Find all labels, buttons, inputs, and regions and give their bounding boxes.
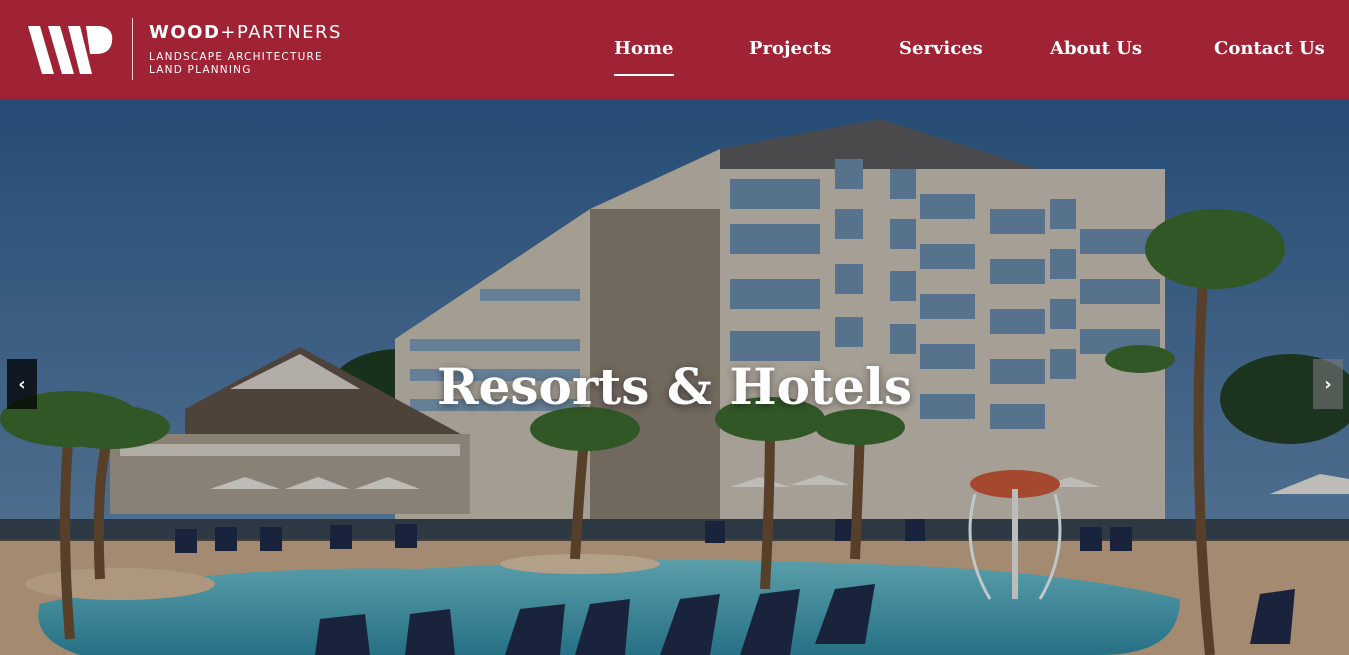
tagline-line-2: LAND PLANNING bbox=[149, 64, 252, 76]
brand-name-plus: + bbox=[220, 22, 237, 43]
logo-divider bbox=[132, 18, 133, 80]
nav-item-contact-us[interactable]: Contact Us bbox=[1214, 38, 1325, 59]
nav-item-home[interactable]: Home bbox=[614, 38, 674, 76]
slider-next-button[interactable]: › bbox=[1313, 359, 1343, 409]
slider-prev-button[interactable]: ‹ bbox=[7, 359, 37, 409]
nav-item-services[interactable]: Services bbox=[899, 38, 983, 59]
nav-item-about-us[interactable]: About Us bbox=[1050, 38, 1142, 59]
hero-slider: Resorts & Hotels ‹ › bbox=[0, 99, 1349, 655]
hero-title: Resorts & Hotels bbox=[436, 357, 913, 416]
brand-name-bold: WOOD bbox=[149, 22, 221, 43]
nav-item-projects[interactable]: Projects bbox=[749, 38, 831, 59]
logo[interactable]: WOOD+PARTNERS LANDSCAPE ARCHITECTURE LAN… bbox=[28, 18, 368, 80]
wp-logo-mark-icon bbox=[28, 26, 113, 74]
brand-name-light: PARTNERS bbox=[237, 22, 342, 43]
chevron-right-icon: › bbox=[1324, 373, 1332, 395]
tagline-line-1: LANDSCAPE ARCHITECTURE bbox=[149, 51, 323, 63]
brand-name: WOOD+PARTNERS bbox=[149, 22, 342, 43]
chevron-left-icon: ‹ bbox=[18, 373, 26, 395]
brand-tagline: LANDSCAPE ARCHITECTURE LAND PLANNING bbox=[149, 51, 323, 77]
site-header: WOOD+PARTNERS LANDSCAPE ARCHITECTURE LAN… bbox=[0, 0, 1349, 99]
